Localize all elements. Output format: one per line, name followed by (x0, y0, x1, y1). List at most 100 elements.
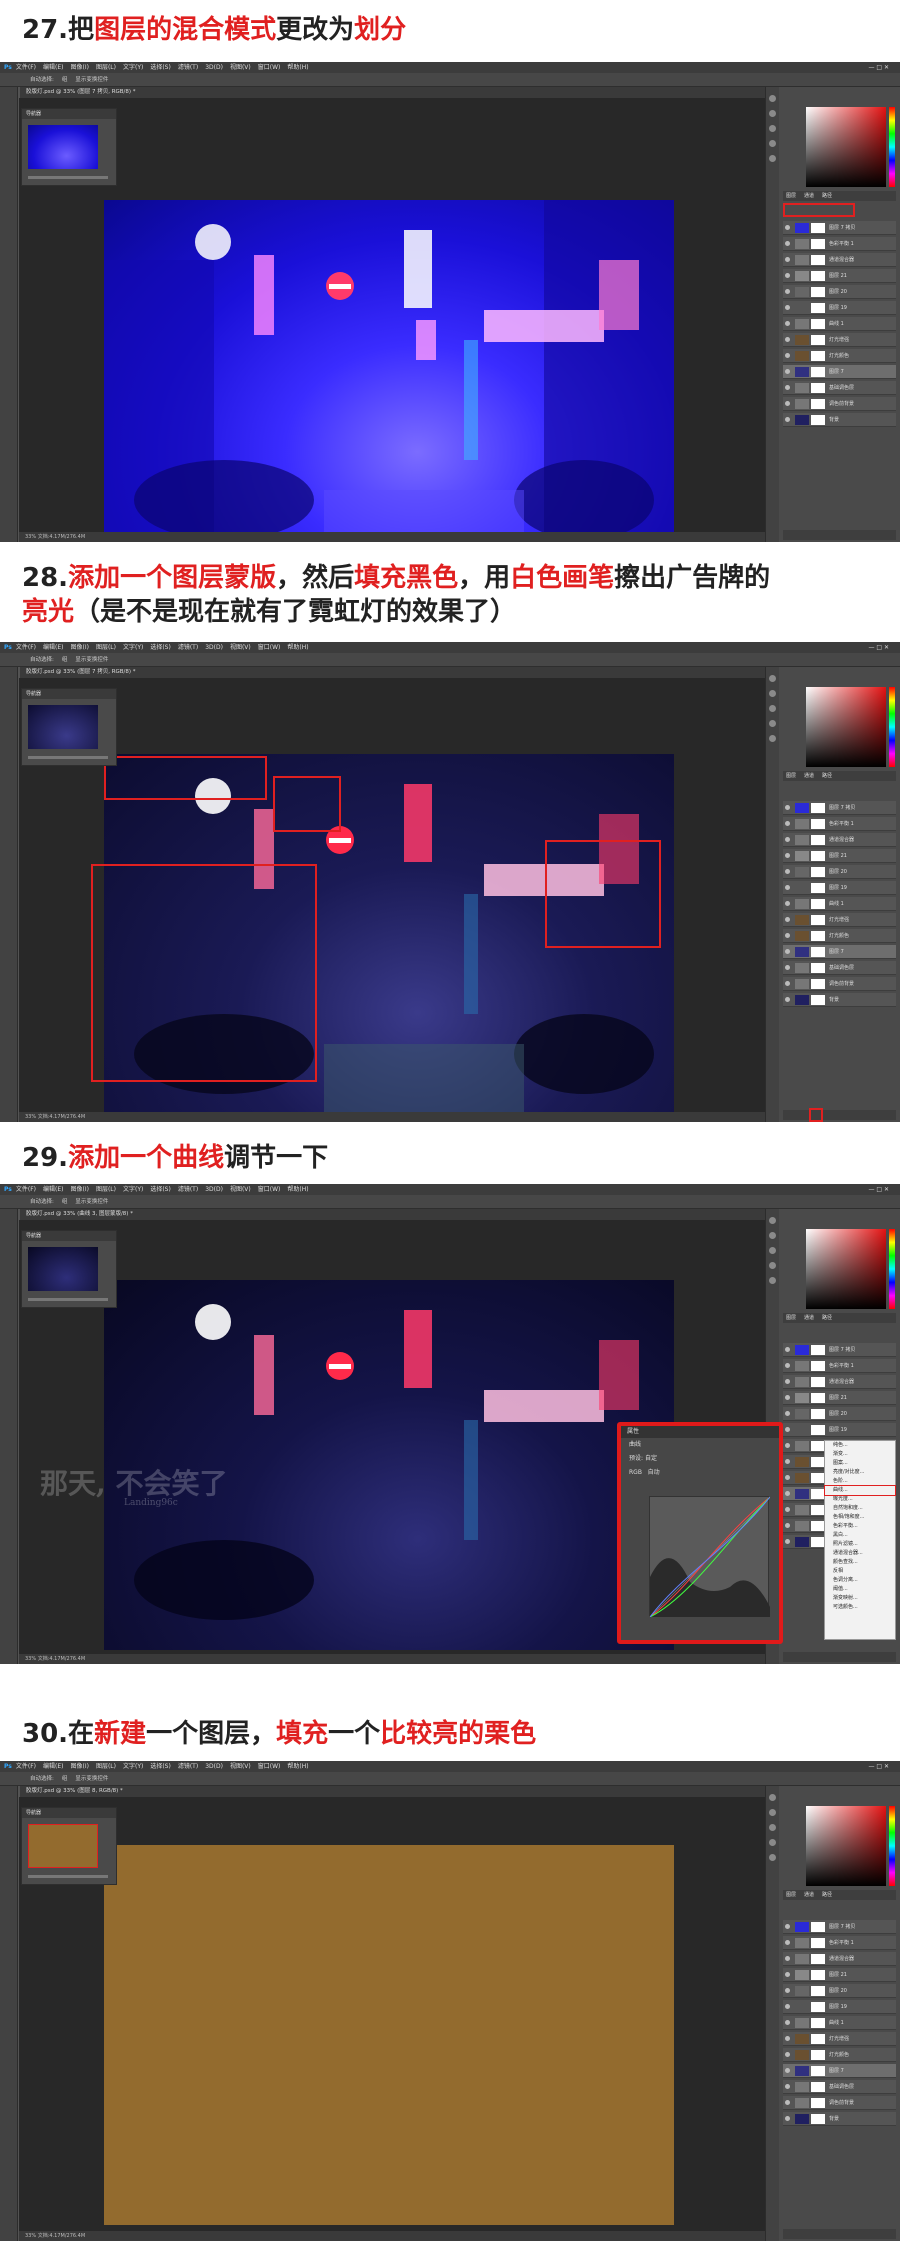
hue-slider[interactable] (889, 687, 895, 767)
layer-row[interactable]: 灯光颜色 (783, 2048, 896, 2062)
layer-row[interactable]: 色彩平衡 1 (783, 1359, 896, 1373)
visibility-eye-icon[interactable] (785, 1347, 790, 1352)
context-menu-item[interactable]: 曝光度... (825, 1495, 895, 1504)
visibility-eye-icon[interactable] (785, 1972, 790, 1977)
layer-row[interactable]: 曲线 1 (783, 2016, 896, 2030)
visibility-eye-icon[interactable] (785, 917, 790, 922)
menu-item[interactable]: 视图(V) (230, 644, 251, 651)
auto-select-value[interactable]: 组 (62, 1199, 68, 1205)
visibility-eye-icon[interactable] (785, 1956, 790, 1961)
layer-row[interactable]: 图层 20 (783, 285, 896, 299)
hue-slider[interactable] (889, 107, 895, 187)
auto-button[interactable]: 自动 (648, 1469, 660, 1476)
context-menu-item[interactable]: 黑白... (825, 1531, 895, 1540)
layer-row[interactable]: 灯光增强 (783, 913, 896, 927)
menu-item[interactable]: 图层(L) (96, 64, 116, 71)
layer-row[interactable]: 图层 20 (783, 1407, 896, 1421)
visibility-eye-icon[interactable] (785, 837, 790, 842)
context-menu-item[interactable]: 渐变... (825, 1450, 895, 1459)
tab-channels[interactable]: 通道 (804, 773, 814, 779)
visibility-eye-icon[interactable] (785, 241, 790, 246)
layer-row[interactable]: 图层 7 (783, 945, 896, 959)
menu-item[interactable]: 编辑(E) (43, 1763, 63, 1770)
visibility-eye-icon[interactable] (785, 933, 790, 938)
window-controls[interactable]: — □ ✕ (868, 1761, 889, 1772)
visibility-eye-icon[interactable] (785, 1395, 790, 1400)
layer-row[interactable]: 图层 21 (783, 849, 896, 863)
context-menu-item[interactable]: 色相/饱和度... (825, 1513, 895, 1522)
menu-item[interactable]: 编辑(E) (43, 64, 63, 71)
panel-icons-strip[interactable] (765, 87, 779, 542)
menu-item[interactable]: 文件(F) (16, 1186, 36, 1193)
context-menu-item[interactable]: 通道混合器... (825, 1549, 895, 1558)
context-menu-item[interactable]: 阈值... (825, 1585, 895, 1594)
auto-select-label[interactable]: 自动选择: (30, 1199, 54, 1205)
window-controls[interactable]: — □ ✕ (868, 62, 889, 73)
menu-item[interactable]: 图层(L) (96, 1186, 116, 1193)
auto-select-label[interactable]: 自动选择: (30, 657, 54, 663)
visibility-eye-icon[interactable] (785, 417, 790, 422)
layer-row[interactable]: 背景 (783, 2112, 896, 2126)
visibility-eye-icon[interactable] (785, 1427, 790, 1432)
layer-row[interactable]: 通道混合器 (783, 833, 896, 847)
menu-item[interactable]: 帮助(H) (287, 64, 308, 71)
curves-graph[interactable] (649, 1496, 771, 1618)
visibility-eye-icon[interactable] (785, 869, 790, 874)
layers-footer[interactable] (783, 1110, 896, 1120)
navigator-panel[interactable]: 导航器 (21, 108, 117, 186)
menu-item[interactable]: 图像(I) (71, 644, 89, 651)
menu-item[interactable]: 视图(V) (230, 1186, 251, 1193)
canvas-area[interactable]: 导航器 (19, 98, 765, 542)
context-menu-item[interactable]: 纯色... (825, 1441, 895, 1450)
hue-slider[interactable] (889, 1806, 895, 1886)
context-menu-item[interactable]: 反相 (825, 1567, 895, 1576)
visibility-eye-icon[interactable] (785, 1539, 790, 1544)
navigator-panel[interactable]: 导航器 (21, 1230, 117, 1308)
layer-row[interactable]: 背景 (783, 413, 896, 427)
canvas-area[interactable]: 导航器 (19, 1797, 765, 2231)
menu-item[interactable]: 滤镜(T) (178, 644, 198, 651)
layer-row[interactable]: 调色前背景 (783, 2096, 896, 2110)
visibility-eye-icon[interactable] (785, 225, 790, 230)
auto-select-label[interactable]: 自动选择: (30, 77, 54, 83)
visibility-eye-icon[interactable] (785, 1379, 790, 1384)
layer-row[interactable]: 图层 19 (783, 881, 896, 895)
context-menu-item[interactable]: 亮度/对比度... (825, 1468, 895, 1477)
preset-select[interactable]: 自定 (645, 1455, 657, 1462)
layer-row[interactable]: 灯光增强 (783, 333, 896, 347)
layer-row[interactable]: 图层 21 (783, 269, 896, 283)
document-tab[interactable]: 胶版灯.psd @ 33% (图层 8, RGB/8) * (20, 1786, 765, 1797)
layer-row[interactable]: 基础调色层 (783, 961, 896, 975)
layer-row[interactable]: 灯光增强 (783, 2032, 896, 2046)
menu-item[interactable]: 选择(S) (150, 64, 171, 71)
menu-item[interactable]: 文件(F) (16, 64, 36, 71)
auto-select-value[interactable]: 组 (62, 1776, 68, 1782)
context-menu-item[interactable]: 照片滤镜... (825, 1540, 895, 1549)
tab-channels[interactable]: 通道 (804, 1892, 814, 1898)
navigator-thumbnail[interactable] (28, 1824, 98, 1868)
document-tab[interactable]: 胶版灯.psd @ 33% (图层 7 拷贝, RGB/8) * (20, 667, 765, 678)
menu-item[interactable]: 3D(D) (205, 1186, 223, 1193)
visibility-eye-icon[interactable] (785, 805, 790, 810)
menu-item[interactable]: 视图(V) (230, 64, 251, 71)
menu-item[interactable]: 滤镜(T) (178, 64, 198, 71)
panel-icons-strip[interactable] (765, 1786, 779, 2241)
menu-item[interactable]: 帮助(H) (287, 1186, 308, 1193)
menu-item[interactable]: 窗口(W) (258, 644, 281, 651)
tab-paths[interactable]: 路径 (822, 773, 832, 779)
menu-item[interactable]: 图像(I) (71, 1763, 89, 1770)
menu-items[interactable]: 文件(F) 编辑(E) 图像(I) 图层(L) 文字(Y) 选择(S) 滤镜(T) 3D(D)… (16, 1763, 316, 1770)
navigator-panel[interactable]: 导航器 (21, 688, 117, 766)
canvas-area[interactable]: 导航器 (19, 678, 765, 1122)
tab-paths[interactable]: 路径 (822, 193, 832, 199)
menu-item[interactable]: 视图(V) (230, 1763, 251, 1770)
menu-item[interactable]: 文字(Y) (123, 64, 143, 71)
menu-item[interactable]: 文字(Y) (123, 1763, 143, 1770)
tab-layers[interactable]: 图层 (786, 1315, 796, 1321)
visibility-eye-icon[interactable] (785, 401, 790, 406)
layer-row[interactable]: 图层 7 拷贝 (783, 221, 896, 235)
layer-row[interactable]: 调色前背景 (783, 397, 896, 411)
add-mask-button-highlight[interactable] (809, 1108, 823, 1122)
visibility-eye-icon[interactable] (785, 273, 790, 278)
auto-select-value[interactable]: 组 (62, 77, 68, 83)
